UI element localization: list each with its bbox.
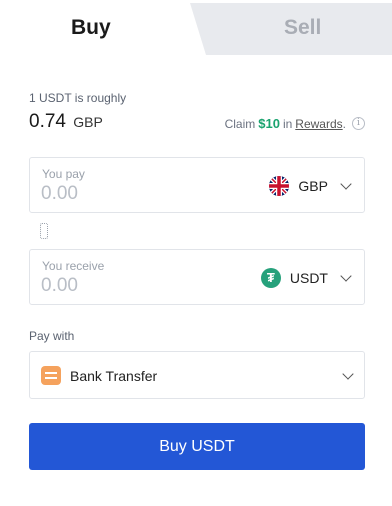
claim-middle: in (282, 116, 293, 131)
bank-transfer-icon (41, 366, 61, 385)
claim-prefix: Claim (224, 116, 256, 131)
you-pay-label: You pay (42, 167, 85, 181)
claim-suffix: . (342, 116, 346, 131)
chevron-down-icon (340, 269, 352, 282)
pay-currency-select[interactable]: GBP (269, 175, 356, 197)
buy-usdt-button[interactable]: Buy USDT (29, 423, 365, 470)
chevron-down-icon (342, 368, 354, 380)
receive-currency-select[interactable]: ₮ USDT (260, 267, 356, 289)
claim-rewards: Claim $10 in Rewards . i (225, 116, 365, 131)
you-pay-field[interactable]: You pay 0.00 GBP (29, 157, 365, 213)
link-icon (40, 223, 48, 239)
tether-icon: ₮ (260, 268, 281, 288)
rate-currency: GBP (73, 114, 103, 130)
you-pay-input[interactable]: 0.00 (41, 183, 78, 205)
chevron-down-icon (340, 177, 352, 190)
you-receive-label: You receive (42, 259, 105, 273)
info-icon[interactable]: i (352, 117, 365, 130)
tab-buy[interactable]: Buy (71, 16, 111, 40)
rate-value: 0.74 GBP (29, 111, 103, 133)
you-receive-field[interactable]: You receive 0.00 ₮ USDT (29, 249, 365, 305)
receive-currency-code: USDT (289, 270, 328, 286)
payment-method-select[interactable]: Bank Transfer (29, 351, 365, 399)
rate-label: 1 USDT is roughly (29, 91, 127, 105)
claim-amount: $10 (258, 116, 280, 131)
payment-method-label: Bank Transfer (70, 368, 158, 384)
tab-sell[interactable]: Sell (284, 16, 321, 40)
buy-sell-tabs: Buy Sell (0, 0, 392, 56)
pay-with-label: Pay with (29, 329, 75, 343)
pay-currency-code: GBP (298, 178, 328, 194)
you-receive-input[interactable]: 0.00 (41, 275, 78, 297)
rate-amount: 0.74 (29, 111, 66, 132)
rewards-link[interactable]: Rewards (295, 117, 342, 131)
uk-flag-icon (269, 176, 290, 196)
